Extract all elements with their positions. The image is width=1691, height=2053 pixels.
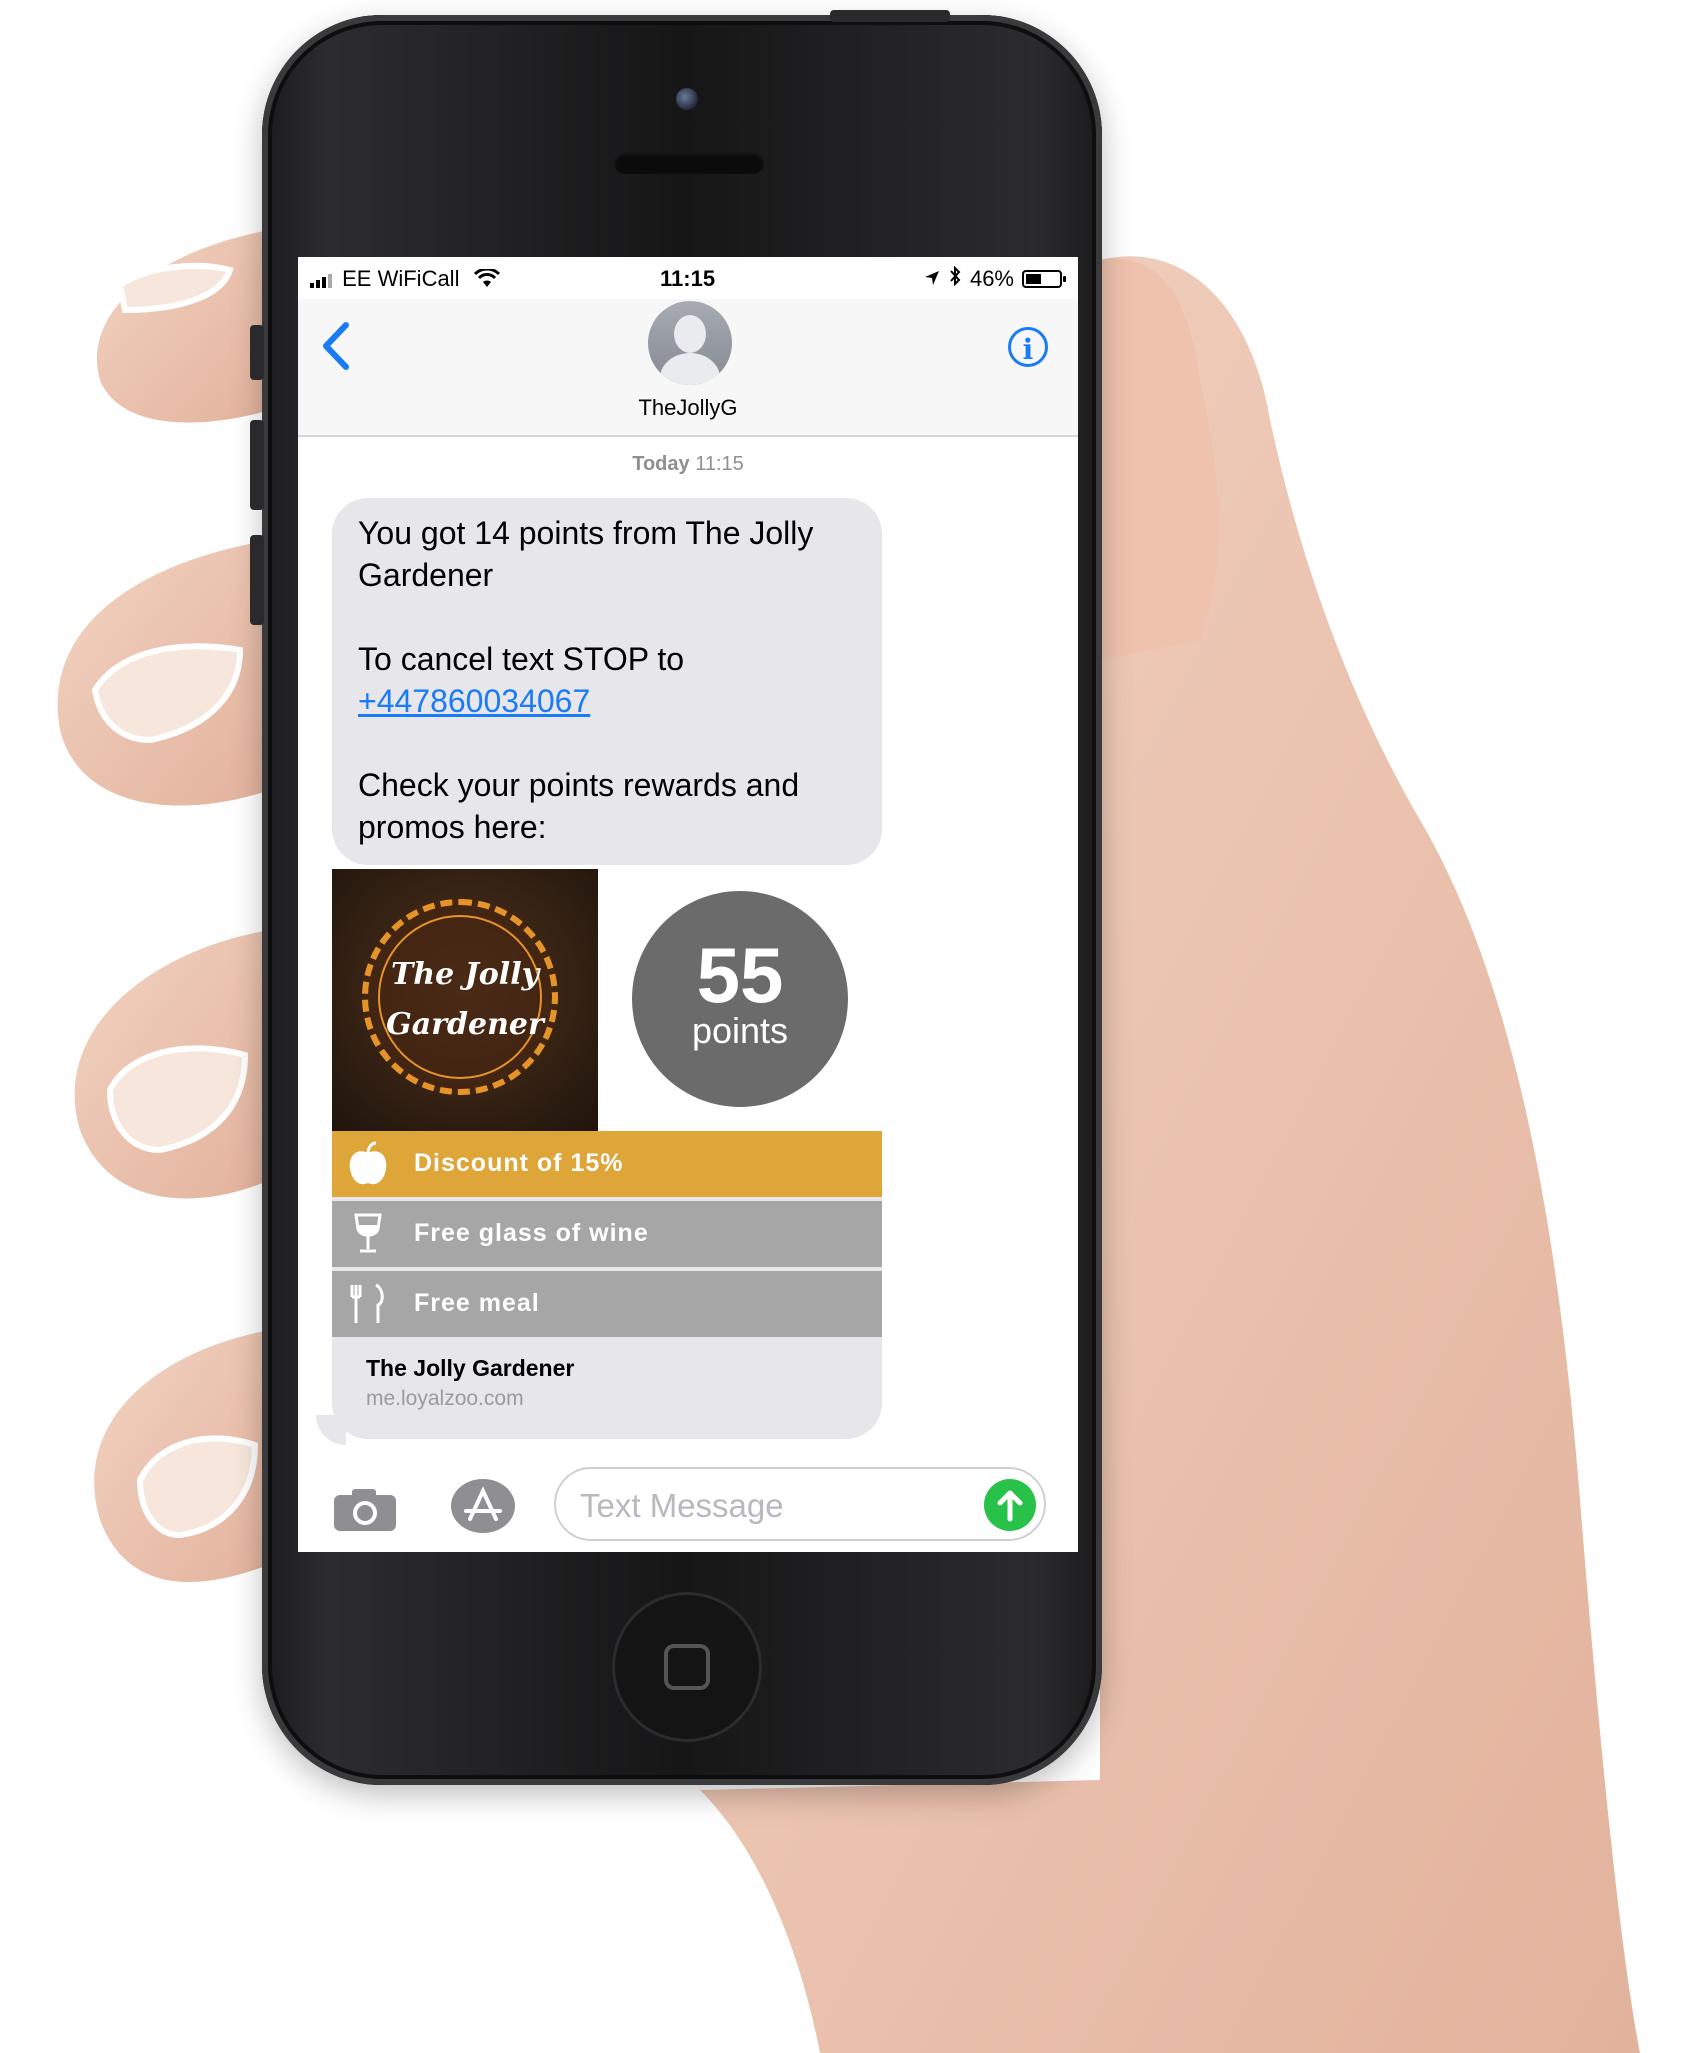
timestamp-day: Today xyxy=(632,453,690,475)
points-value: 55 xyxy=(696,931,784,1019)
phone-number-link[interactable]: +447860034067 xyxy=(358,683,590,719)
app-store-icon xyxy=(451,1479,515,1533)
avatar-body xyxy=(660,353,720,385)
points-label: points xyxy=(691,1010,789,1051)
info-button[interactable]: i xyxy=(1008,327,1048,367)
message-line-points: You got 14 points from The Jolly Gardene… xyxy=(358,515,814,593)
mute-switch xyxy=(250,325,264,380)
reward-wine: Free glass of wine xyxy=(332,1201,882,1267)
incoming-message-bubble[interactable]: You got 14 points from The Jolly Gardene… xyxy=(332,498,882,865)
battery-percent: 46% xyxy=(969,266,1014,291)
volume-down-button xyxy=(250,535,264,625)
messages-screen: EE WiFiCall 11:15 46% TheJollyG i Today … xyxy=(298,257,1078,1552)
fork-knife-icon xyxy=(350,1283,384,1323)
link-preview-card[interactable]: The Jolly Gardener 55 points Discount of… xyxy=(332,869,882,1439)
battery-fill xyxy=(1026,274,1041,284)
status-time: 11:15 xyxy=(660,266,716,291)
conversation-header: TheJollyG i xyxy=(298,299,1078,437)
bluetooth-icon xyxy=(948,265,962,292)
send-arrow-icon xyxy=(997,1490,1023,1522)
message-line-cancel: To cancel text STOP to xyxy=(358,641,685,677)
back-button[interactable] xyxy=(318,321,358,377)
preview-url: me.loyalzoo.com xyxy=(366,1387,524,1410)
earpiece-speaker xyxy=(614,152,764,174)
input-placeholder: Text Message xyxy=(580,1487,784,1524)
wifi-icon xyxy=(473,267,500,295)
contact-avatar[interactable] xyxy=(648,301,732,385)
reward-label: Free meal xyxy=(414,1289,540,1317)
jolly-gardener-logo: The Jolly Gardener xyxy=(332,869,598,1131)
volume-up-button xyxy=(250,420,264,510)
chevron-left-icon xyxy=(323,322,349,370)
reward-label: Discount of 15% xyxy=(414,1149,624,1177)
text-message-input[interactable]: Text Message xyxy=(554,1467,1046,1541)
reward-label: Free glass of wine xyxy=(414,1219,649,1247)
preview-image: The Jolly Gardener 55 points xyxy=(332,869,882,1131)
front-camera xyxy=(676,88,698,110)
status-left: EE WiFiCall xyxy=(310,266,500,295)
message-line-promos: Check your points rewards and promos her… xyxy=(358,767,800,845)
preview-title: The Jolly Gardener xyxy=(366,1355,575,1381)
contact-name[interactable]: TheJollyG xyxy=(298,395,1078,421)
home-button[interactable] xyxy=(612,1592,762,1742)
reward-meal: Free meal xyxy=(332,1271,882,1337)
message-timestamp: Today 11:15 xyxy=(298,453,1078,476)
logo-inner-ring xyxy=(378,915,542,1079)
signal-icon xyxy=(310,274,332,288)
location-arrow-icon xyxy=(924,266,940,292)
home-square-icon xyxy=(664,1644,710,1690)
apple-icon xyxy=(349,1141,387,1185)
timestamp-time: 11:15 xyxy=(695,453,744,475)
power-button xyxy=(830,10,950,22)
compose-bar: Text Message xyxy=(298,1457,1078,1552)
send-button[interactable] xyxy=(984,1479,1036,1531)
status-bar: EE WiFiCall 11:15 46% xyxy=(298,257,1078,299)
app-store-button[interactable] xyxy=(448,1477,518,1535)
camera-icon xyxy=(334,1489,396,1531)
carrier-label: EE WiFiCall xyxy=(342,266,460,291)
logo-text-line2: Gardener xyxy=(386,1007,544,1042)
camera-button[interactable] xyxy=(332,1485,398,1533)
points-badge: 55 points xyxy=(632,891,848,1107)
info-icon: i xyxy=(1022,333,1034,366)
battery-icon xyxy=(1022,270,1066,288)
status-right: 46% xyxy=(924,265,1066,292)
logo-text-line1: The Jolly xyxy=(390,957,540,992)
wine-glass-icon xyxy=(354,1213,382,1253)
avatar-head xyxy=(674,315,706,353)
reward-discount: Discount of 15% xyxy=(332,1131,882,1197)
